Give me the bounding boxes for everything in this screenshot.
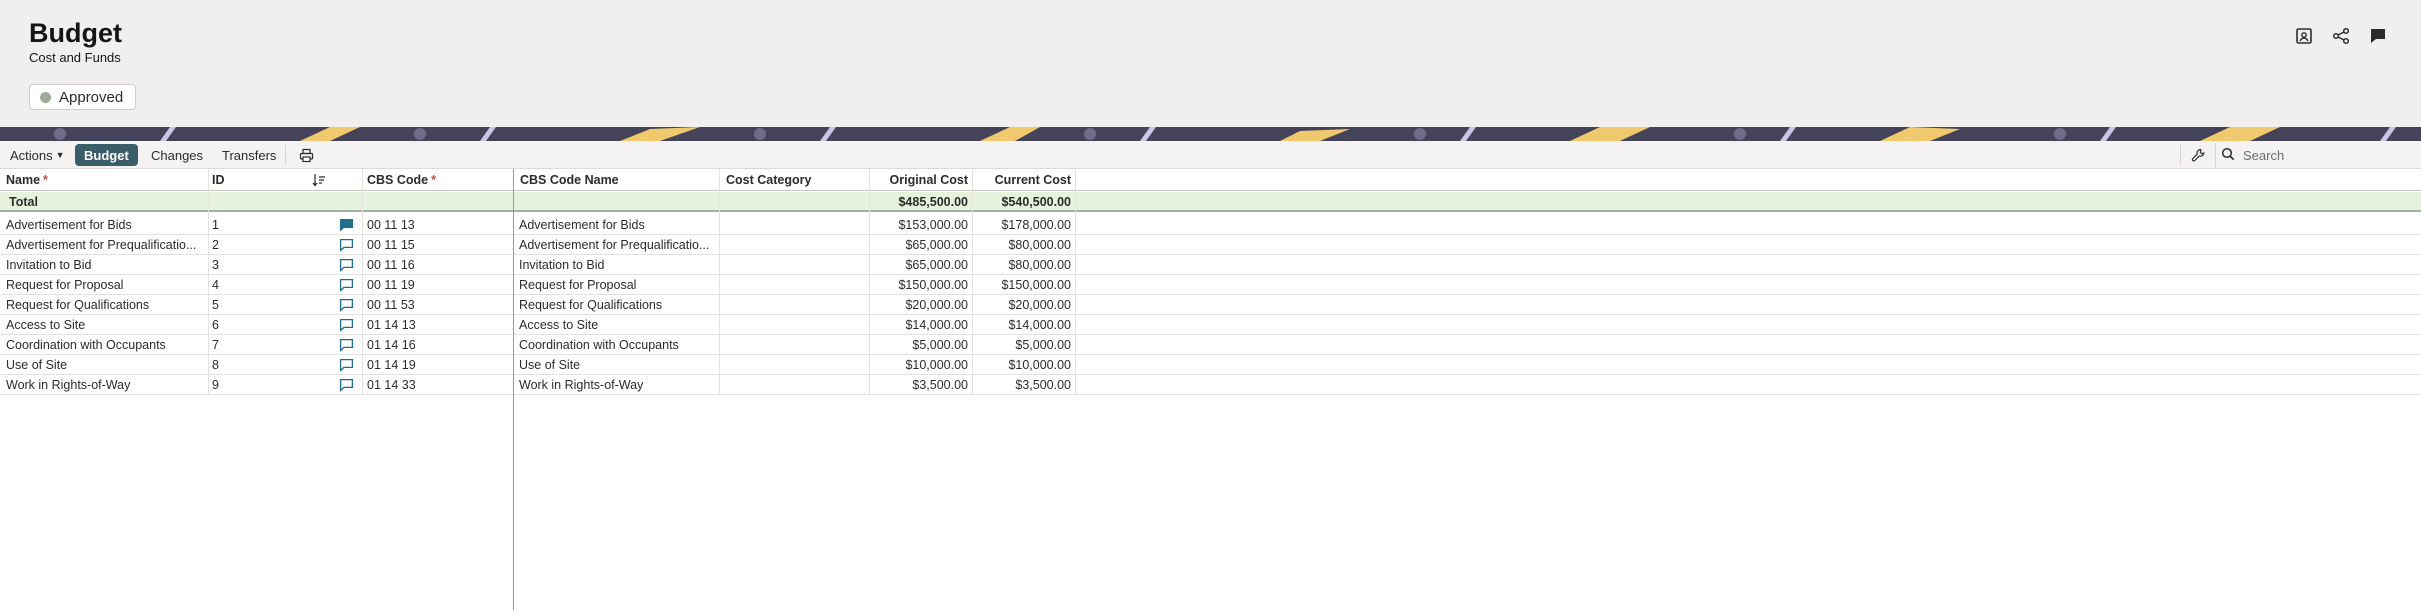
row-cbs-code-cell[interactable]: 01 14 13 — [367, 315, 507, 335]
row-id-cell[interactable]: 5 — [212, 295, 252, 315]
print-icon[interactable] — [293, 144, 320, 166]
wrench-icon[interactable] — [2185, 144, 2212, 166]
row-name-cell[interactable]: Advertisement for Bids — [6, 215, 204, 235]
comment-icon[interactable] — [339, 338, 354, 352]
comment-icon[interactable] — [339, 378, 354, 392]
column-divider — [869, 169, 870, 394]
comment-icon[interactable] — [339, 238, 354, 252]
row-name-cell[interactable]: Work in Rights-of-Way — [6, 375, 204, 395]
row-name-cell[interactable]: Advertisement for Prequalificatio... — [6, 235, 204, 255]
row-id-cell[interactable]: 1 — [212, 215, 252, 235]
table-row-filler — [515, 275, 2421, 295]
column-divider — [1075, 169, 1076, 394]
page-header: Budget Cost and Funds Approved — [0, 0, 2421, 127]
actions-label: Actions — [10, 147, 53, 163]
column-header-row: Name * ID CBS Code * CBS Code Name Cost Ca… — [0, 169, 2421, 191]
table-row-filler — [515, 235, 2421, 255]
row-cbs-code-cell[interactable]: 00 11 19 — [367, 275, 507, 295]
row-id-cell[interactable]: 3 — [212, 255, 252, 275]
row-cbs-code-cell[interactable]: 00 11 53 — [367, 295, 507, 315]
row-name-cell[interactable]: Access to Site — [6, 315, 204, 335]
comment-icon[interactable] — [339, 318, 354, 332]
row-name-cell[interactable]: Use of Site — [6, 355, 204, 375]
total-original-cost: $485,500.00 — [898, 195, 968, 209]
table-row-filler — [515, 215, 2421, 235]
search-icon — [2221, 147, 2235, 164]
column-header-cost-category[interactable]: Cost Category — [726, 169, 811, 191]
grid-toolbar: Actions ▼ Budget Changes Transfers — [0, 141, 2421, 169]
table-row-filler — [515, 255, 2421, 275]
row-id-cell[interactable]: 4 — [212, 275, 252, 295]
row-id-cell[interactable]: 6 — [212, 315, 252, 335]
total-row: Total $485,500.00 $540,500.00 — [0, 192, 2421, 212]
row-name-cell[interactable]: Coordination with Occupants — [6, 335, 204, 355]
required-marker: * — [431, 173, 436, 187]
column-header-name[interactable]: Name * — [6, 169, 48, 191]
tab-changes[interactable]: Changes — [145, 144, 209, 166]
chevron-down-icon: ▼ — [55, 150, 65, 160]
actions-menu-button[interactable]: Actions ▼ — [4, 144, 71, 166]
row-cbs-code-cell[interactable]: 00 11 16 — [367, 255, 507, 275]
column-divider — [719, 169, 720, 394]
row-cbs-code-cell[interactable]: 01 14 33 — [367, 375, 507, 395]
page-subtitle: Cost and Funds — [29, 50, 121, 65]
column-header-cbs-code[interactable]: CBS Code * — [367, 169, 436, 191]
page-title: Budget — [29, 18, 122, 48]
row-id-cell[interactable]: 7 — [212, 335, 252, 355]
comment-icon[interactable] — [339, 218, 354, 232]
column-header-cbs-code-name[interactable]: CBS Code Name — [520, 169, 619, 191]
column-divider — [208, 169, 209, 394]
tab-budget[interactable]: Budget — [75, 144, 138, 166]
column-divider — [972, 169, 973, 394]
row-name-cell[interactable]: Request for Proposal — [6, 275, 204, 295]
column-header-original-cost[interactable]: Original Cost — [872, 169, 968, 191]
required-marker: * — [43, 173, 48, 187]
status-dot-icon — [40, 91, 51, 103]
table-row-filler — [515, 335, 2421, 355]
table-row-filler — [515, 355, 2421, 375]
decorative-banner — [0, 127, 2421, 141]
search-box — [2215, 143, 2421, 167]
comment-icon[interactable] — [2368, 26, 2388, 46]
row-cbs-code-cell[interactable]: 01 14 16 — [367, 335, 507, 355]
report-icon[interactable] — [2294, 26, 2314, 46]
row-name-cell[interactable]: Request for Qualifications — [6, 295, 204, 315]
budget-grid: Name * ID CBS Code * CBS Code Name Cost Ca… — [0, 169, 2421, 610]
toolbar-divider — [285, 145, 286, 165]
row-name-cell[interactable]: Invitation to Bid — [6, 255, 204, 275]
row-cbs-code-cell[interactable]: 00 11 15 — [367, 235, 507, 255]
comment-icon[interactable] — [339, 258, 354, 272]
status-badge: Approved — [29, 84, 137, 110]
column-divider — [362, 169, 363, 394]
row-id-cell[interactable]: 2 — [212, 235, 252, 255]
comment-icon[interactable] — [339, 278, 354, 292]
table-row-filler — [515, 295, 2421, 315]
sort-order-icon[interactable] — [312, 169, 326, 191]
comment-icon[interactable] — [339, 298, 354, 312]
status-label: Approved — [59, 88, 124, 106]
toolbar-divider — [2180, 145, 2181, 165]
table-row-filler — [515, 315, 2421, 335]
column-header-id[interactable]: ID — [212, 169, 225, 191]
row-cbs-code-cell[interactable]: 00 11 13 — [367, 215, 507, 235]
header-actions — [2294, 26, 2388, 46]
search-input[interactable] — [2243, 147, 2403, 163]
pane-splitter[interactable] — [513, 169, 514, 610]
row-id-cell[interactable]: 8 — [212, 355, 252, 375]
row-id-cell[interactable]: 9 — [212, 375, 252, 395]
comment-icon[interactable] — [339, 358, 354, 372]
share-icon[interactable] — [2331, 26, 2351, 46]
column-header-current-cost[interactable]: Current Cost — [972, 169, 1071, 191]
row-cbs-code-cell[interactable]: 01 14 19 — [367, 355, 507, 375]
table-row-filler — [515, 375, 2421, 395]
total-current-cost: $540,500.00 — [1001, 195, 1071, 209]
total-label: Total — [9, 195, 38, 209]
tab-transfers[interactable]: Transfers — [216, 144, 282, 166]
